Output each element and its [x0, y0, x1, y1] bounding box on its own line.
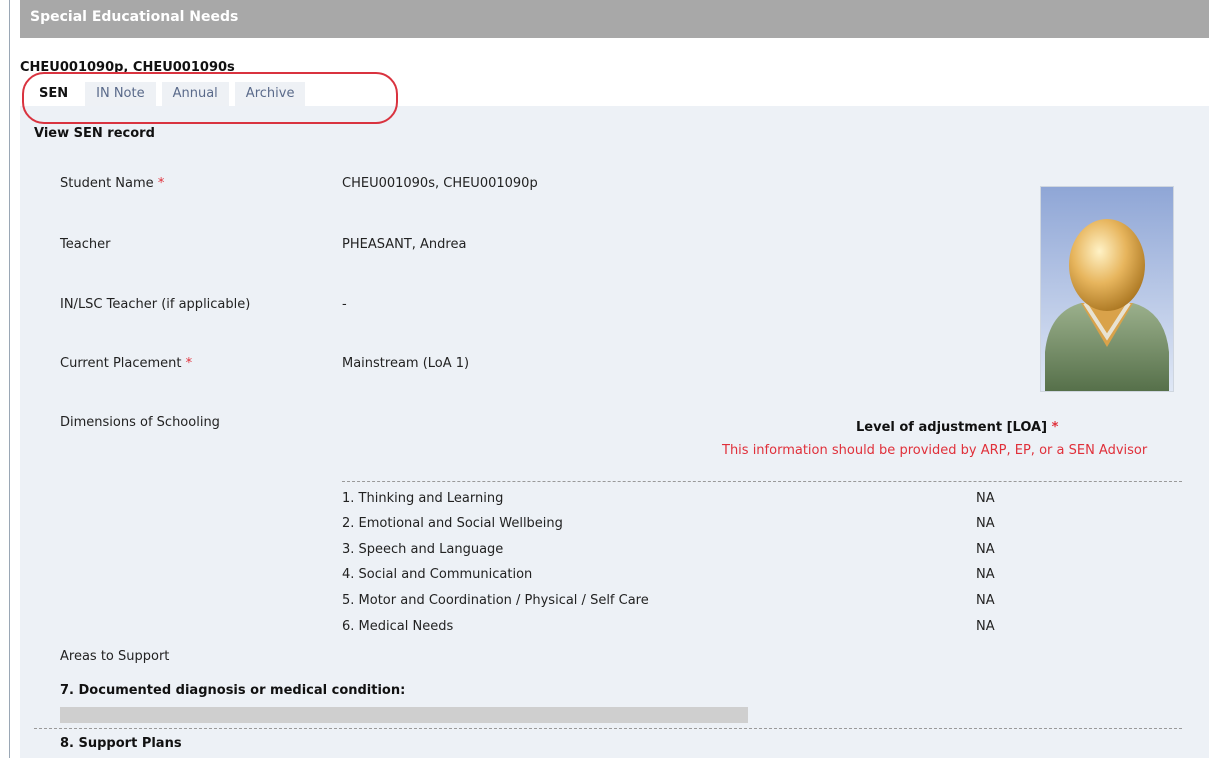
required-marker: * — [185, 356, 193, 371]
dimension-label: 2. Emotional and Social Wellbeing — [342, 516, 563, 531]
teacher-label: Teacher — [60, 237, 111, 252]
avatar-icon — [1041, 187, 1173, 391]
tab-sen[interactable]: SEN — [28, 82, 80, 106]
dimension-value: NA — [976, 542, 995, 557]
documented-diagnosis-heading: 7. Documented diagnosis or medical condi… — [60, 683, 406, 698]
tab-archive[interactable]: Archive — [234, 82, 306, 106]
dimensions-of-schooling-label: Dimensions of Schooling — [60, 415, 220, 430]
diagnosis-value-redacted — [60, 707, 748, 723]
dimension-row: 5. Motor and Coordination / Physical / S… — [342, 593, 1102, 611]
dimension-row: 1. Thinking and Learning NA — [342, 491, 1102, 509]
dimension-value: NA — [976, 619, 995, 634]
dimension-label: 4. Social and Communication — [342, 567, 533, 582]
current-placement-label-text: Current Placement — [60, 356, 182, 371]
student-photo — [1040, 186, 1174, 392]
in-lsc-teacher-label: IN/LSC Teacher (if applicable) — [60, 297, 251, 312]
student-ids-heading: CHEU001090p, CHEU001090s — [20, 60, 235, 75]
student-name-label-text: Student Name — [60, 176, 154, 191]
dimension-row: 3. Speech and Language NA — [342, 542, 1102, 560]
tab-annual[interactable]: Annual — [161, 82, 229, 106]
in-lsc-teacher-value: - — [342, 297, 347, 312]
areas-to-support-label: Areas to Support — [60, 649, 170, 664]
teacher-value: PHEASANT, Andrea — [342, 237, 467, 252]
loa-heading-text: Level of adjustment [LOA] — [856, 420, 1048, 435]
dimension-value: NA — [976, 593, 995, 608]
required-marker: * — [1051, 420, 1059, 435]
divider — [34, 728, 1182, 729]
dimension-value: NA — [976, 567, 995, 582]
required-marker: * — [157, 176, 165, 191]
student-name-label: Student Name * — [60, 176, 164, 191]
divider — [342, 481, 1182, 482]
tab-bar: SEN IN Note Annual Archive — [28, 82, 311, 106]
tab-in-note[interactable]: IN Note — [85, 82, 156, 106]
current-placement-label: Current Placement * — [60, 356, 192, 371]
current-placement-value: Mainstream (LoA 1) — [342, 356, 470, 371]
student-name-value: CHEU001090s, CHEU001090p — [342, 176, 538, 191]
loa-note: This information should be provided by A… — [722, 443, 1148, 458]
dimension-value: NA — [976, 491, 995, 506]
dimension-value: NA — [976, 516, 995, 531]
section-title: View SEN record — [34, 126, 155, 141]
loa-heading: Level of adjustment [LOA] * — [856, 420, 1058, 435]
dimension-label: 5. Motor and Coordination / Physical / S… — [342, 593, 649, 608]
support-plans-heading: 8. Support Plans — [60, 736, 182, 751]
dimension-row: 6. Medical Needs NA — [342, 619, 1102, 637]
dimension-row: 2. Emotional and Social Wellbeing NA — [342, 516, 1102, 534]
dimension-label: 3. Speech and Language — [342, 542, 504, 557]
page-header: Special Educational Needs — [20, 0, 1209, 38]
dimension-row: 4. Social and Communication NA — [342, 567, 1102, 585]
page-title: Special Educational Needs — [30, 9, 239, 25]
dimension-label: 1. Thinking and Learning — [342, 491, 504, 506]
dimension-label: 6. Medical Needs — [342, 619, 454, 634]
